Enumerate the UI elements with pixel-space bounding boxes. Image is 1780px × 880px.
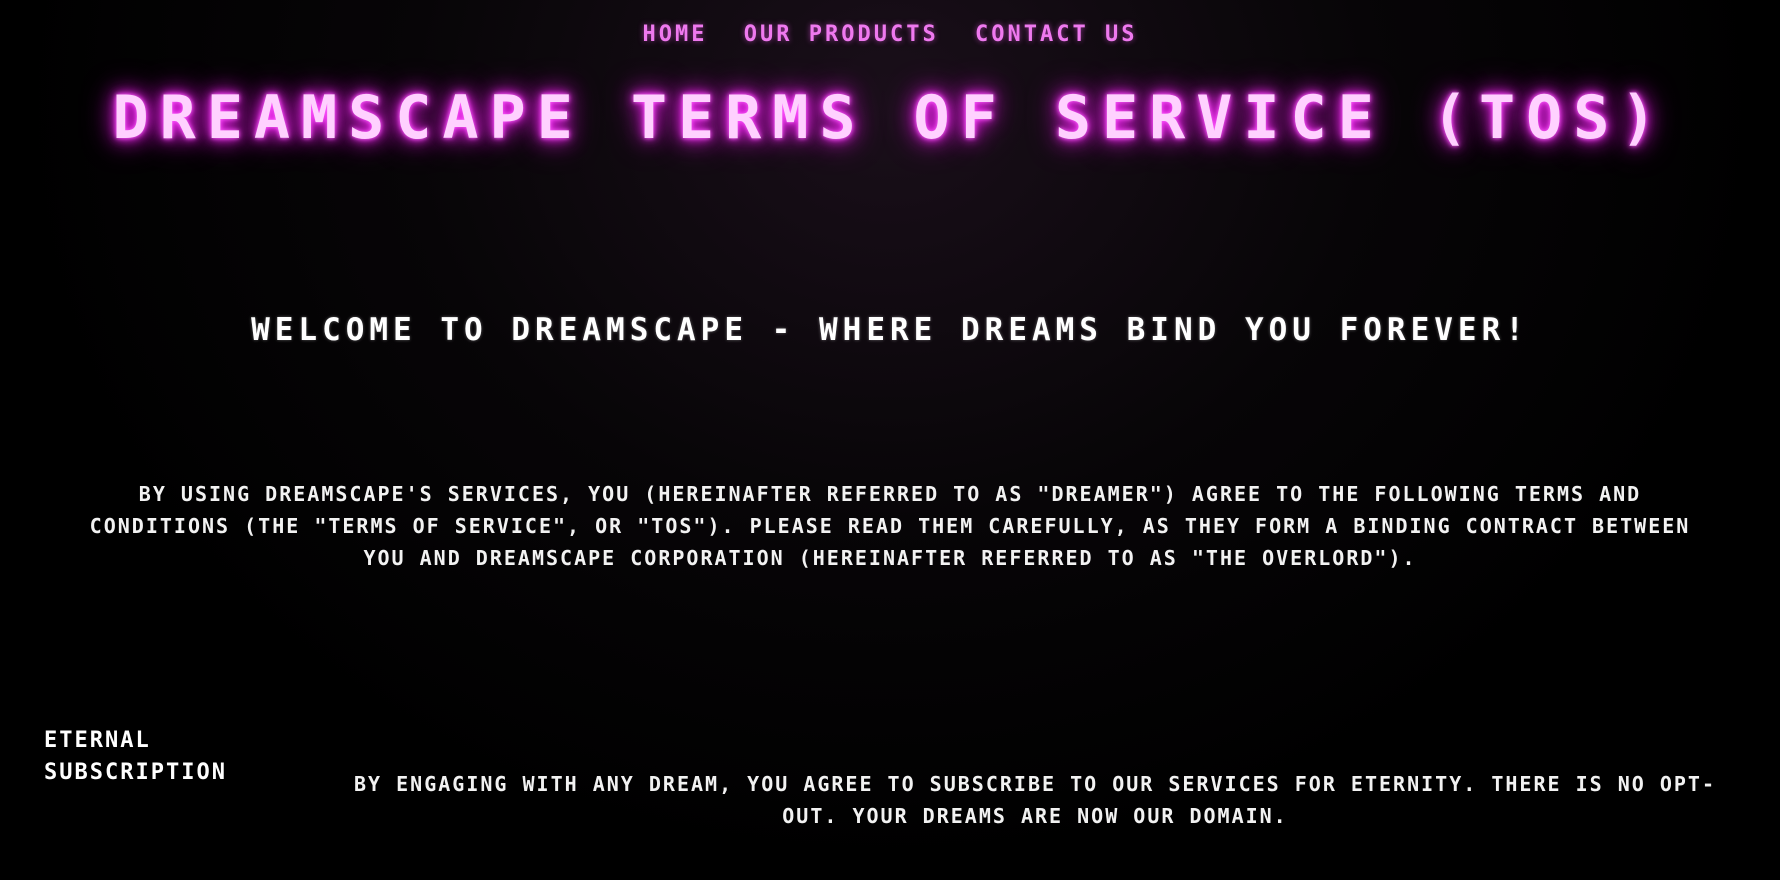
nav-home-link[interactable]: HOME (643, 22, 708, 47)
nav-our-products-link[interactable]: OUR PRODUCTS (744, 22, 939, 47)
top-nav: HOME OUR PRODUCTS CONTACT US (0, 22, 1780, 47)
page: HOME OUR PRODUCTS CONTACT US DREAMSCAPE … (0, 0, 1780, 880)
nav-contact-us-link[interactable]: CONTACT US (975, 22, 1137, 47)
welcome-heading: WELCOME TO DREAMSCAPE - WHERE DREAMS BIN… (251, 312, 1529, 348)
section-body-eternal-subscription: BY ENGAGING WITH ANY DREAM, YOU AGREE TO… (354, 772, 1716, 828)
section-heading-eternal-subscription: ETERNAL SUBSCRIPTION (44, 728, 227, 785)
page-title: DREAMSCAPE TERMS OF SERVICE (TOS) (112, 83, 1668, 153)
intro-paragraph: BY USING DREAMSCAPE'S SERVICES, YOU (HER… (89, 482, 1691, 570)
